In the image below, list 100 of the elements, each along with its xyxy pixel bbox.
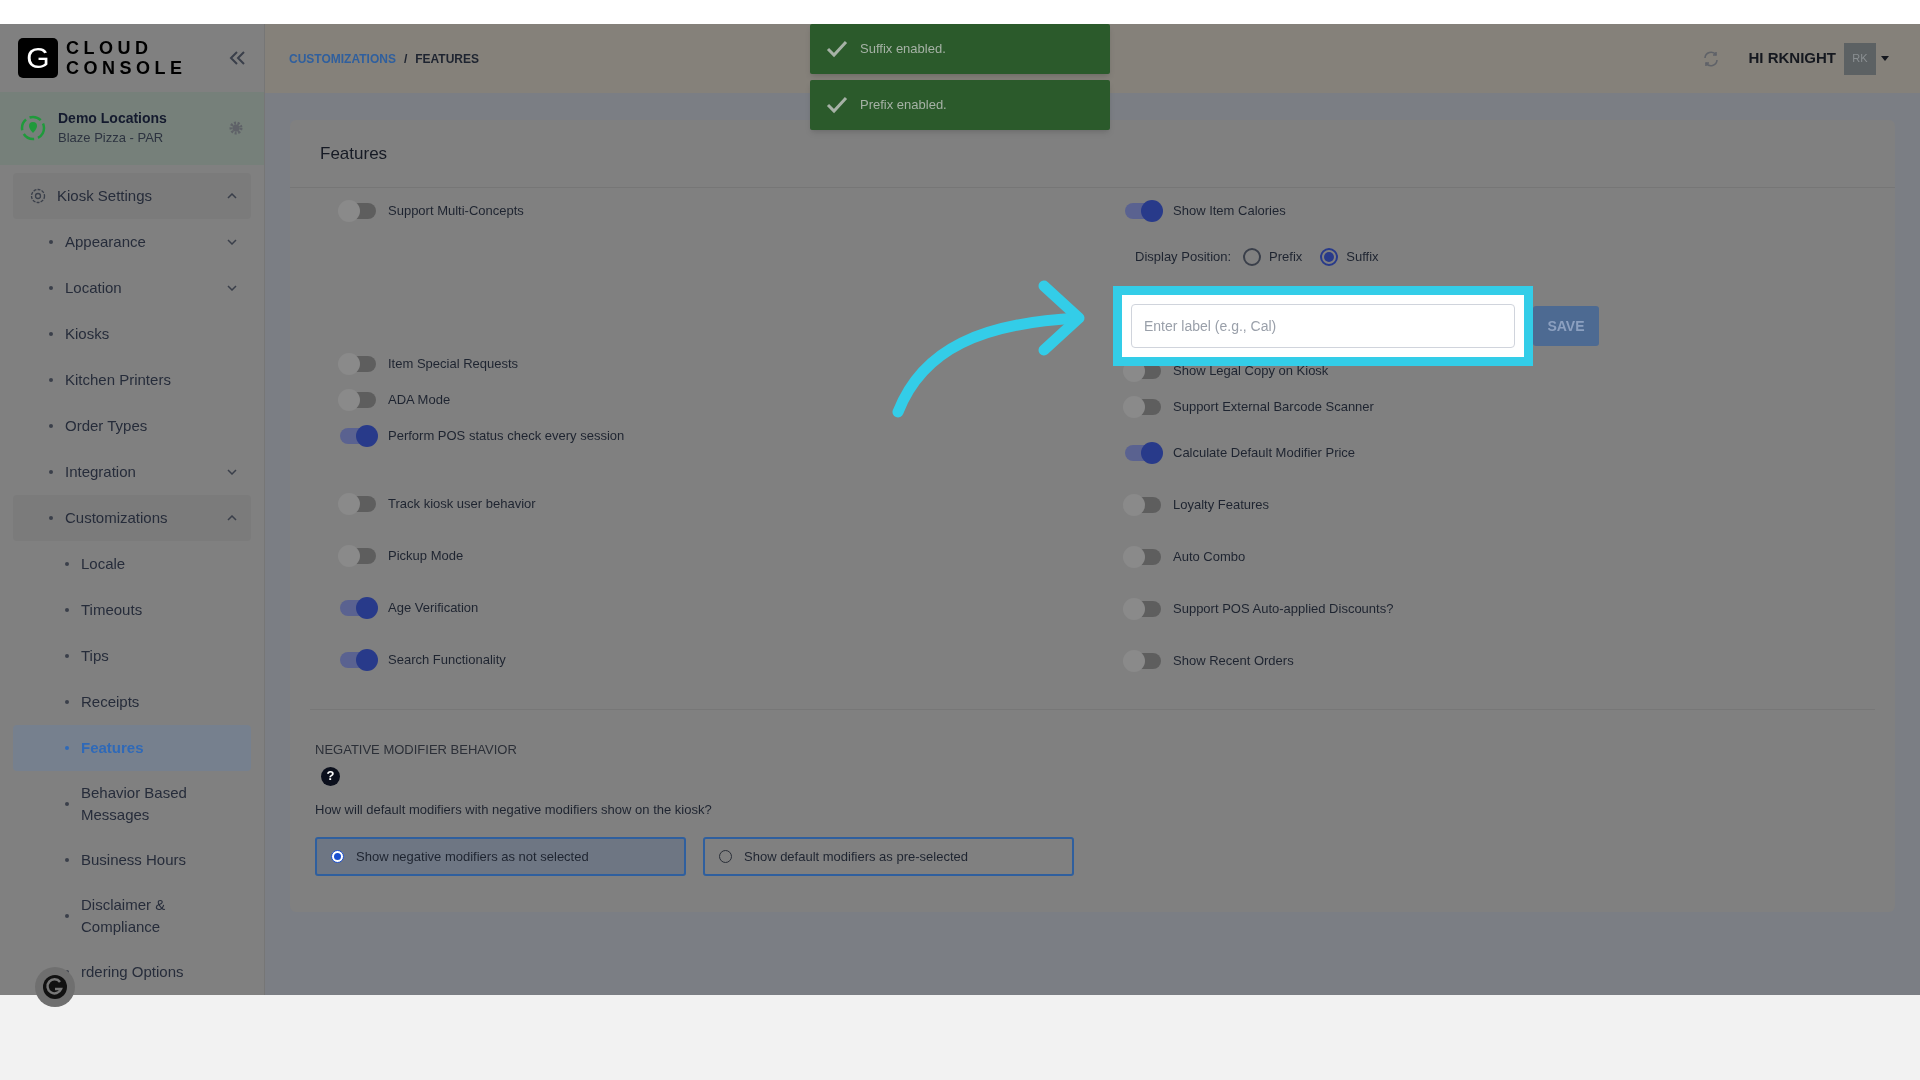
option-label: Show default modifiers as pre-selected <box>744 847 968 866</box>
bullet-icon <box>49 378 53 382</box>
nav-item[interactable]: Locale <box>13 541 251 587</box>
card-title: Features <box>320 142 388 165</box>
nav-item[interactable]: Tips <box>13 633 251 679</box>
check-icon <box>826 40 848 58</box>
toggle-label: Age Verification <box>388 599 479 618</box>
option-card[interactable]: Show default modifiers as pre-selected <box>703 837 1074 876</box>
caret-icon[interactable] <box>1880 55 1890 62</box>
nav-item[interactable]: Receipts <box>13 679 251 725</box>
logo-text: CLOUD <box>66 37 154 58</box>
toggle-switch[interactable] <box>340 548 376 564</box>
nav-item[interactable]: Kiosk Settings <box>13 173 251 219</box>
toggle-switch[interactable] <box>340 652 376 668</box>
bullet-icon <box>65 746 69 750</box>
bullet-icon <box>49 470 53 474</box>
toggle-switch[interactable] <box>340 203 376 219</box>
text-input-field[interactable]: Enter label (e.g., Cal) <box>1131 304 1515 348</box>
nav-item[interactable]: Kiosks <box>13 311 251 357</box>
nav-item[interactable]: Kitchen Printers <box>13 357 251 403</box>
toggle-label: ADA Mode <box>388 391 451 410</box>
collapse-icon[interactable] <box>228 49 246 66</box>
radio-button[interactable] <box>1243 248 1262 266</box>
settings-icon <box>29 187 47 205</box>
nav-item[interactable]: Integration <box>13 449 251 495</box>
settings-icon[interactable] <box>228 120 244 137</box>
section-heading: NEGATIVE MODIFIER BEHAVIOR <box>315 741 518 759</box>
check-icon <box>826 96 848 114</box>
option-label: Show negative modifiers as not selected <box>356 847 589 866</box>
toggle-label: Perform POS status check every session <box>388 427 625 446</box>
toggle-switch[interactable] <box>1125 653 1161 669</box>
toggle-label: Pickup Mode <box>388 547 464 566</box>
bullet-icon <box>65 562 69 566</box>
location-panel[interactable]: Demo Locations Blaze Pizza - PAR <box>0 91 264 165</box>
field-label: Display Position: <box>1135 248 1232 267</box>
nav-item[interactable]: Order Types <box>13 403 251 449</box>
radio-label: Suffix <box>1346 248 1379 267</box>
nav-item[interactable]: Timeouts <box>13 587 251 633</box>
toggle-switch[interactable] <box>340 496 376 512</box>
breadcrumb-separator: / <box>403 50 408 68</box>
bullet-icon <box>65 608 69 612</box>
radio-button[interactable] <box>1320 248 1339 266</box>
toggle-label: Item Special Requests <box>388 355 519 374</box>
bullet-icon <box>65 802 69 806</box>
toggle-label: Support External Barcode Scanner <box>1173 398 1374 417</box>
location-pin-icon <box>20 115 46 142</box>
bullet-icon <box>49 240 53 244</box>
location-subtitle: Blaze Pizza - PAR <box>58 129 165 148</box>
toggle-switch[interactable] <box>1125 445 1161 461</box>
toggle-switch[interactable] <box>1125 399 1161 415</box>
toggle-label: Calculate Default Modifier Price <box>1173 444 1356 463</box>
bullet-icon <box>65 654 69 658</box>
chat-bubble-icon[interactable] <box>35 967 75 1007</box>
bullet-icon <box>49 424 53 428</box>
toggle-switch[interactable] <box>340 356 376 372</box>
toggle-switch[interactable] <box>340 600 376 616</box>
bullet-icon <box>49 516 53 520</box>
user-name[interactable]: HI RKNIGHT <box>1748 47 1836 70</box>
location-name: Demo Locations <box>58 109 168 129</box>
chevron-down-icon <box>227 469 237 475</box>
bullet-icon <box>65 858 69 862</box>
toggle-switch[interactable] <box>340 428 376 444</box>
toggle-switch[interactable] <box>340 392 376 408</box>
toggle-label: Show Recent Orders <box>1173 652 1294 671</box>
question-text: How will default modifiers with negative modifiers show on the kiosk? <box>315 800 713 819</box>
toast: Suffix enabled. <box>810 24 1110 74</box>
toggle-switch[interactable] <box>1125 203 1161 219</box>
nav-item[interactable]: rdering Options <box>13 949 251 995</box>
nav-item[interactable]: Appearance <box>13 219 251 265</box>
chevron-down-icon <box>227 285 237 291</box>
toggle-label: Show Legal Copy on Kiosk <box>1173 362 1329 381</box>
bullet-icon <box>49 286 53 290</box>
breadcrumb-current: FEATURES <box>415 50 479 68</box>
chevron-down-icon <box>227 239 237 245</box>
nav-item[interactable]: Location <box>13 265 251 311</box>
bullet-icon <box>65 914 69 918</box>
nav-item[interactable]: Behavior Based Messages <box>13 771 251 837</box>
nav-item[interactable]: Disclaimer & Compliance <box>13 883 251 949</box>
radio-button[interactable] <box>331 850 344 863</box>
toggle-label: Support POS Auto-applied Discounts? <box>1173 600 1394 619</box>
radio-label: Prefix <box>1269 248 1303 267</box>
bullet-icon <box>49 332 53 336</box>
bullet-icon <box>65 700 69 704</box>
toggle-switch[interactable] <box>1125 601 1161 617</box>
toast: Prefix enabled. <box>810 80 1110 130</box>
toggle-label: Auto Combo <box>1173 548 1246 567</box>
toggle-label: Search Functionality <box>388 651 506 670</box>
help-icon[interactable]: ? <box>321 766 340 786</box>
toggle-label: Support Multi-Concepts <box>388 202 524 221</box>
toggle-switch[interactable] <box>1125 549 1161 565</box>
toggle-label: Loyalty Features <box>1173 496 1270 515</box>
nav-item[interactable]: Business Hours <box>13 837 251 883</box>
logo-text: CONSOLE <box>66 57 187 78</box>
nav-item[interactable]: Customizations <box>13 495 251 541</box>
toggle-label: Show Item Calories <box>1173 202 1286 221</box>
save-button[interactable]: SAVE <box>1533 306 1599 346</box>
toggle-label: Track kiosk user behavior <box>388 495 536 514</box>
option-card[interactable]: Show negative modifiers as not selected <box>315 837 686 876</box>
chevron-up-icon <box>227 193 237 199</box>
toggle-switch[interactable] <box>1125 497 1161 513</box>
